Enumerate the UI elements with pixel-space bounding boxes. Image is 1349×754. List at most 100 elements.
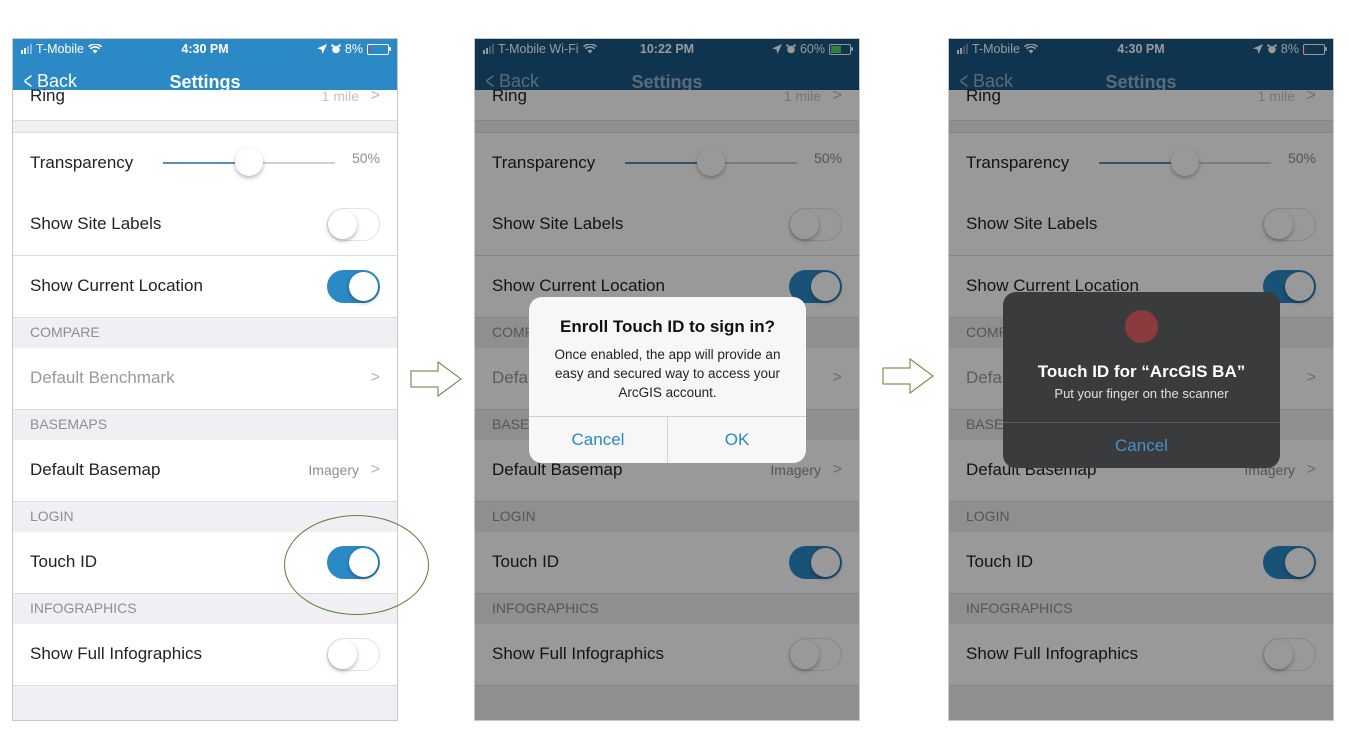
touch-id-row: Touch ID bbox=[13, 532, 397, 594]
ring-row[interactable]: Ring 1 mile > bbox=[949, 86, 1333, 121]
ring-value: 1 mile bbox=[321, 88, 359, 104]
show-full-infographics-toggle[interactable] bbox=[789, 638, 842, 671]
show-full-infographics-toggle[interactable] bbox=[327, 638, 380, 671]
chevron-right-icon: > bbox=[370, 87, 380, 104]
section-header-compare: COMPARE bbox=[30, 324, 100, 340]
show-site-labels-toggle[interactable] bbox=[789, 208, 842, 241]
touch-id-label: Touch ID bbox=[30, 552, 98, 571]
transparency-label: Transparency bbox=[492, 153, 596, 172]
touch-id-row: Touch ID bbox=[949, 532, 1333, 594]
show-full-infographics-label: Show Full Infographics bbox=[966, 644, 1138, 663]
show-site-labels-toggle[interactable] bbox=[327, 208, 380, 241]
default-basemap-row[interactable]: Default Basemap Imagery > bbox=[13, 440, 397, 502]
transparency-value: 50% bbox=[813, 150, 842, 166]
battery-icon bbox=[829, 43, 853, 55]
ring-value: 1 mile bbox=[1257, 88, 1295, 104]
show-site-labels-row: Show Site Labels bbox=[949, 194, 1333, 256]
battery-icon bbox=[367, 43, 391, 55]
default-basemap-label: Default Basemap bbox=[492, 460, 623, 479]
show-site-labels-label: Show Site Labels bbox=[492, 214, 624, 233]
chevron-right-icon: > bbox=[1306, 87, 1316, 104]
slider-thumb[interactable] bbox=[1171, 148, 1199, 176]
alarm-icon bbox=[1267, 44, 1277, 54]
transparency-slider[interactable] bbox=[1099, 148, 1271, 176]
show-site-labels-row: Show Site Labels bbox=[475, 194, 859, 256]
show-current-location-row: Show Current Location bbox=[13, 256, 397, 318]
show-site-labels-row: Show Site Labels bbox=[13, 194, 397, 256]
slider-thumb[interactable] bbox=[235, 148, 263, 176]
enroll-touch-id-alert: Enroll Touch ID to sign in? Once enabled… bbox=[529, 297, 806, 463]
chevron-right-icon: > bbox=[832, 87, 842, 104]
section-header-infographics: INFOGRAPHICS bbox=[30, 600, 137, 616]
section-header-login: LOGIN bbox=[30, 508, 74, 524]
default-basemap-label: Default Basemap bbox=[30, 460, 161, 479]
alert-title: Enroll Touch ID to sign in? bbox=[560, 317, 775, 336]
section-header-infographics: INFOGRAPHICS bbox=[492, 600, 599, 616]
touch-id-label: Touch ID bbox=[492, 552, 560, 571]
alarm-icon bbox=[786, 44, 796, 54]
location-arrow-icon bbox=[1252, 44, 1263, 54]
ring-row[interactable]: Ring 1 mile > bbox=[13, 86, 397, 121]
ring-row[interactable]: Ring 1 mile > bbox=[475, 86, 859, 121]
transparency-value: 50% bbox=[1287, 150, 1316, 166]
show-full-infographics-toggle[interactable] bbox=[1263, 638, 1316, 671]
touch-id-toggle[interactable] bbox=[1263, 546, 1316, 579]
touch-id-cancel-button[interactable]: Cancel bbox=[1003, 422, 1280, 468]
touch-id-toggle[interactable] bbox=[789, 546, 842, 579]
battery-percent: 8% bbox=[1280, 42, 1299, 56]
transparency-slider[interactable] bbox=[625, 148, 797, 176]
show-site-labels-label: Show Site Labels bbox=[966, 214, 1098, 233]
arrow-right-icon bbox=[410, 361, 462, 397]
battery-fill bbox=[1305, 45, 1306, 53]
show-current-location-label: Show Current Location bbox=[30, 276, 203, 295]
show-full-infographics-row: Show Full Infographics bbox=[475, 624, 859, 686]
touch-id-prompt-title: Touch ID for “ArcGIS BA” bbox=[1037, 362, 1246, 381]
default-benchmark-row[interactable]: Default Benchmark > bbox=[13, 348, 397, 410]
chevron-right-icon: > bbox=[370, 461, 380, 478]
touch-id-row: Touch ID bbox=[475, 532, 859, 594]
section-header-login: LOGIN bbox=[492, 508, 536, 524]
phone-screen-touchid-prompt: T-Mobile 4:30 PM 8% < Back Settings Ring… bbox=[948, 38, 1334, 721]
transparency-row: Transparency 50% bbox=[475, 132, 859, 195]
alert-message: Once enabled, the app will provide an ea… bbox=[554, 347, 781, 400]
transparency-row: Transparency 50% bbox=[949, 132, 1333, 195]
status-bar: T-Mobile 4:30 PM 8% bbox=[13, 39, 397, 61]
show-full-infographics-row: Show Full Infographics bbox=[13, 624, 397, 686]
touch-id-label: Touch ID bbox=[966, 552, 1034, 571]
location-arrow-icon bbox=[771, 44, 782, 54]
section-header-basemaps: BASEMAPS bbox=[30, 416, 108, 432]
chevron-right-icon: > bbox=[832, 369, 842, 386]
chevron-right-icon: > bbox=[832, 461, 842, 478]
battery-fill bbox=[369, 45, 370, 53]
battery-percent: 8% bbox=[344, 42, 363, 56]
default-basemap-value: Imagery bbox=[770, 462, 821, 478]
chevron-right-icon: > bbox=[1306, 461, 1316, 478]
alert-ok-button[interactable]: OK bbox=[667, 417, 806, 463]
battery-fill bbox=[831, 45, 841, 53]
fingerprint-icon bbox=[1125, 310, 1158, 343]
transparency-row: Transparency 50% bbox=[13, 132, 397, 195]
phone-screen-enroll-alert: T-Mobile Wi-Fi 10:22 PM 60% < Back Setti… bbox=[474, 38, 860, 721]
section-header-infographics: INFOGRAPHICS bbox=[966, 600, 1073, 616]
show-current-location-toggle[interactable] bbox=[327, 270, 380, 303]
default-benchmark-label: Default Benchmark bbox=[30, 368, 175, 387]
ring-label: Ring bbox=[30, 86, 65, 105]
arrow-right-icon bbox=[882, 358, 934, 394]
battery-icon bbox=[1303, 43, 1327, 55]
show-full-infographics-label: Show Full Infographics bbox=[492, 644, 664, 663]
show-site-labels-toggle[interactable] bbox=[1263, 208, 1316, 241]
phone-screen-settings: T-Mobile 4:30 PM 8% < Back Settings Ring… bbox=[12, 38, 398, 721]
slider-thumb[interactable] bbox=[697, 148, 725, 176]
show-full-infographics-label: Show Full Infographics bbox=[30, 644, 202, 663]
location-arrow-icon bbox=[316, 44, 327, 54]
show-current-location-label: Show Current Location bbox=[492, 276, 665, 295]
touch-id-toggle[interactable] bbox=[327, 546, 380, 579]
transparency-slider[interactable] bbox=[163, 148, 335, 176]
status-bar: T-Mobile Wi-Fi 10:22 PM 60% bbox=[475, 39, 859, 61]
transparency-label: Transparency bbox=[966, 153, 1070, 172]
show-site-labels-label: Show Site Labels bbox=[30, 214, 162, 233]
settings-list: Ring 1 mile > Transparency 50% Show Site… bbox=[13, 86, 397, 720]
ring-label: Ring bbox=[492, 86, 527, 105]
chevron-right-icon: > bbox=[1306, 369, 1316, 386]
alert-cancel-button[interactable]: Cancel bbox=[529, 417, 667, 463]
